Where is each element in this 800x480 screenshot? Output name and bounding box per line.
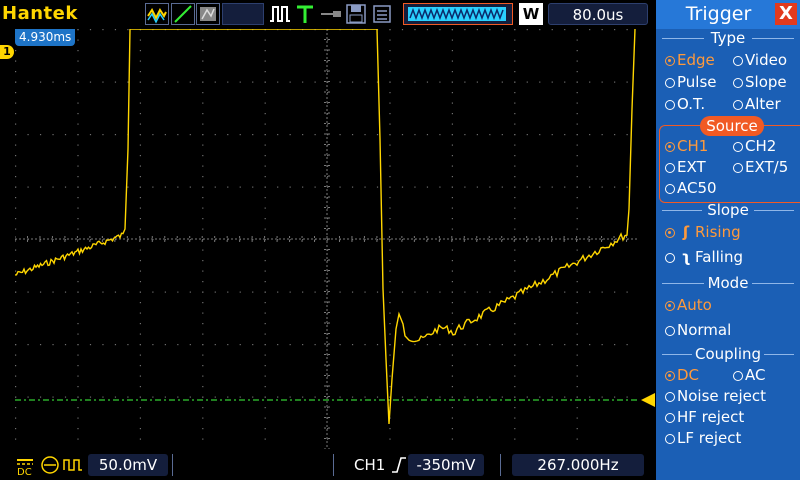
radio-icon — [665, 253, 675, 263]
radio-selected-icon — [665, 56, 675, 66]
dc-coupling-icon: DC — [14, 454, 36, 478]
radio-selected-icon — [665, 142, 675, 152]
display-persist-icon[interactable] — [196, 3, 220, 25]
separator — [333, 454, 334, 476]
frequency-readout: 267.000Hz — [512, 454, 644, 476]
source-option-ext[interactable]: EXT — [665, 157, 706, 177]
radio-icon — [733, 78, 743, 88]
mode-section-title: Mode — [707, 274, 749, 292]
trigger-menu-panel: Trigger X Type Edge Video Pulse Slope O.… — [656, 0, 800, 480]
save-disk-icon[interactable] — [345, 3, 367, 25]
trigger-level-arrow[interactable] — [641, 393, 655, 407]
type-option-slope[interactable]: Slope — [733, 72, 787, 92]
waveform-display[interactable] — [15, 29, 639, 449]
source-option-ac50[interactable]: AC50 — [665, 178, 717, 198]
mode-option-normal[interactable]: Normal — [665, 320, 731, 340]
display-vector-icon[interactable] — [145, 3, 169, 25]
radio-icon — [665, 392, 675, 402]
ch1-waveform — [15, 29, 636, 425]
separator — [172, 454, 173, 476]
coupling-option-ac[interactable]: AC — [733, 365, 765, 385]
radio-icon — [665, 184, 675, 194]
bottom-status-bar: DC 50.0mV CH1 -350mV 267.000Hz — [0, 450, 656, 480]
rising-slope-icon: ʃ — [682, 223, 690, 241]
radio-icon — [733, 142, 743, 152]
rising-edge-icon — [391, 454, 407, 476]
slope-option-rising[interactable]: ʃ Rising — [665, 222, 741, 242]
memory-position-indicator[interactable] — [403, 3, 513, 25]
falling-slope-icon: ʅ — [681, 248, 691, 266]
source-section-title: Source — [700, 116, 764, 136]
radio-selected-icon — [665, 371, 675, 381]
ch1-scale-readout[interactable]: 50.0mV — [88, 454, 168, 476]
display-line-icon[interactable] — [171, 3, 195, 25]
usb-icon — [319, 3, 343, 25]
slope-section-title: Slope — [707, 201, 749, 219]
radio-icon — [665, 100, 675, 110]
menu-header: Trigger X — [656, 0, 800, 29]
radio-selected-icon — [665, 228, 675, 238]
trigger-time-marker[interactable]: 4.930ms — [15, 29, 76, 46]
top-status-bar: Hantek W 80.0us — [0, 0, 656, 29]
radio-icon — [733, 100, 743, 110]
menu-title: Trigger — [685, 3, 752, 25]
timebase-readout[interactable]: 80.0us — [548, 3, 648, 25]
coupling-option-lf-reject[interactable]: LF reject — [665, 428, 741, 448]
radio-icon — [665, 326, 675, 336]
run-pulse-icon[interactable] — [268, 3, 292, 25]
coupling-section-title: Coupling — [694, 345, 762, 363]
menu-list-icon[interactable] — [372, 3, 392, 25]
coupling-option-hf-reject[interactable]: HF reject — [665, 407, 744, 427]
separator — [500, 454, 501, 476]
source-option-ext5[interactable]: EXT/5 — [733, 157, 788, 177]
radio-selected-icon — [665, 301, 675, 311]
coupling-option-dc[interactable]: DC — [665, 365, 699, 385]
ch1-trace — [15, 29, 639, 425]
trigger-channel-label: CH1 — [354, 456, 386, 474]
source-option-ch1[interactable]: CH1 — [665, 136, 708, 156]
type-option-video[interactable]: Video — [733, 50, 787, 70]
close-button[interactable]: X — [775, 3, 797, 25]
coupling-option-noise-reject[interactable]: Noise reject — [665, 386, 766, 406]
radio-icon — [665, 78, 675, 88]
type-option-pulse[interactable]: Pulse — [665, 72, 717, 92]
radio-icon — [733, 56, 743, 66]
ch1-offset-marker[interactable]: 1 — [0, 45, 14, 59]
brand-logo: Hantek — [2, 3, 78, 24]
type-section-title: Type — [710, 29, 746, 47]
type-option-alter[interactable]: Alter — [733, 94, 781, 114]
probe-icon — [62, 454, 84, 476]
mode-option-auto[interactable]: Auto — [665, 295, 712, 315]
type-option-edge[interactable]: Edge — [665, 50, 715, 70]
svg-text:DC: DC — [17, 467, 32, 476]
status-blank-box — [222, 3, 264, 25]
trigger-level-readout[interactable]: -350mV — [408, 454, 484, 476]
trigger-t-icon[interactable] — [295, 3, 315, 25]
window-mode-button[interactable]: W — [519, 3, 543, 25]
radio-icon — [665, 434, 675, 444]
radio-icon — [733, 163, 743, 173]
radio-icon — [733, 371, 743, 381]
radio-icon — [665, 163, 675, 173]
bandwidth-limit-icon — [39, 454, 61, 476]
slope-option-falling[interactable]: ʅ Falling — [665, 247, 743, 267]
type-option-ot[interactable]: O.T. — [665, 94, 705, 114]
source-option-ch2[interactable]: CH2 — [733, 136, 776, 156]
radio-icon — [665, 413, 675, 423]
